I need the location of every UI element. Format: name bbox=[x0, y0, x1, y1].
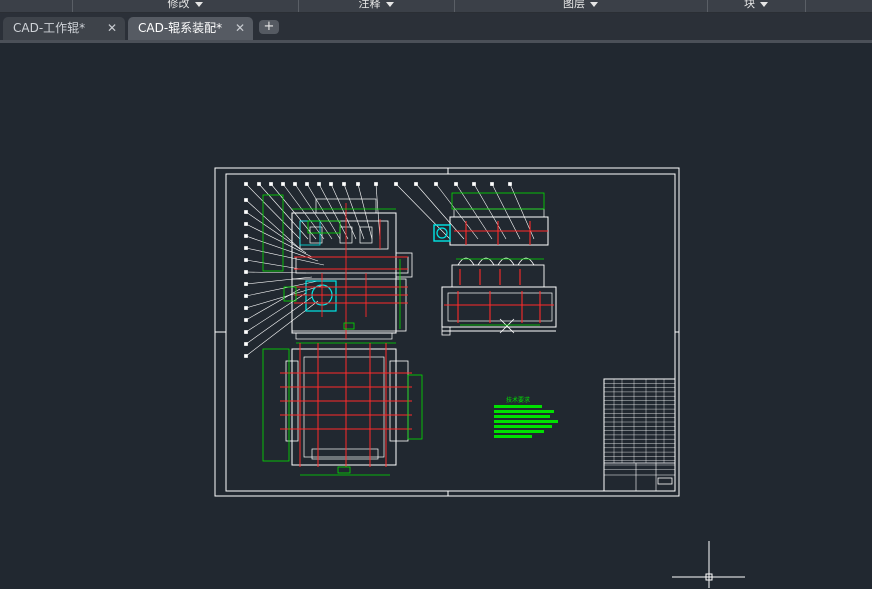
side-view bbox=[433, 192, 557, 336]
tab-roll-assembly[interactable]: CAD-辊系装配* ✕ bbox=[128, 17, 253, 40]
ribbon-group-annotate-label: 注释 bbox=[358, 0, 381, 10]
ribbon-group-annotate[interactable]: 注释 bbox=[298, 0, 455, 12]
ribbon-panel-bar: 修改 注释 图层 块 bbox=[0, 0, 872, 13]
tab-roll-assembly-label: CAD-辊系装配* bbox=[138, 21, 223, 35]
tab-work-roll[interactable]: CAD-工作辊* ✕ bbox=[3, 17, 125, 40]
crosshair-cursor bbox=[672, 541, 745, 588]
chevron-down-icon bbox=[194, 1, 203, 7]
drawing-canvas[interactable]: 技术要求 bbox=[0, 43, 872, 589]
sheet-center-marks bbox=[215, 168, 679, 496]
chevron-down-icon bbox=[385, 1, 394, 7]
title-block bbox=[603, 378, 676, 492]
ribbon-group-modify-label: 修改 bbox=[167, 0, 190, 10]
chevron-down-icon bbox=[590, 1, 598, 7]
ribbon-group-modify[interactable]: 修改 bbox=[72, 0, 299, 12]
technical-notes: 技术要求 bbox=[494, 396, 558, 438]
ribbon-group-layers[interactable]: 图层 bbox=[454, 0, 708, 12]
ribbon-group-block[interactable]: 块 bbox=[707, 0, 806, 12]
ribbon-group-block-label: 块 bbox=[744, 0, 755, 10]
tab-work-roll-label: CAD-工作辊* bbox=[13, 21, 86, 35]
new-tab-button[interactable]: + bbox=[259, 20, 279, 34]
sheet-outer-border bbox=[214, 167, 680, 497]
front-view bbox=[262, 194, 413, 344]
ribbon-group-layers-label: 图层 bbox=[563, 0, 585, 10]
technical-notes-title: 技术要求 bbox=[506, 396, 530, 404]
close-icon[interactable]: ✕ bbox=[235, 17, 245, 40]
close-icon[interactable]: ✕ bbox=[107, 17, 117, 40]
ribbon-group-spacer bbox=[0, 0, 73, 12]
chevron-down-icon bbox=[760, 1, 768, 7]
top-view bbox=[262, 343, 423, 476]
